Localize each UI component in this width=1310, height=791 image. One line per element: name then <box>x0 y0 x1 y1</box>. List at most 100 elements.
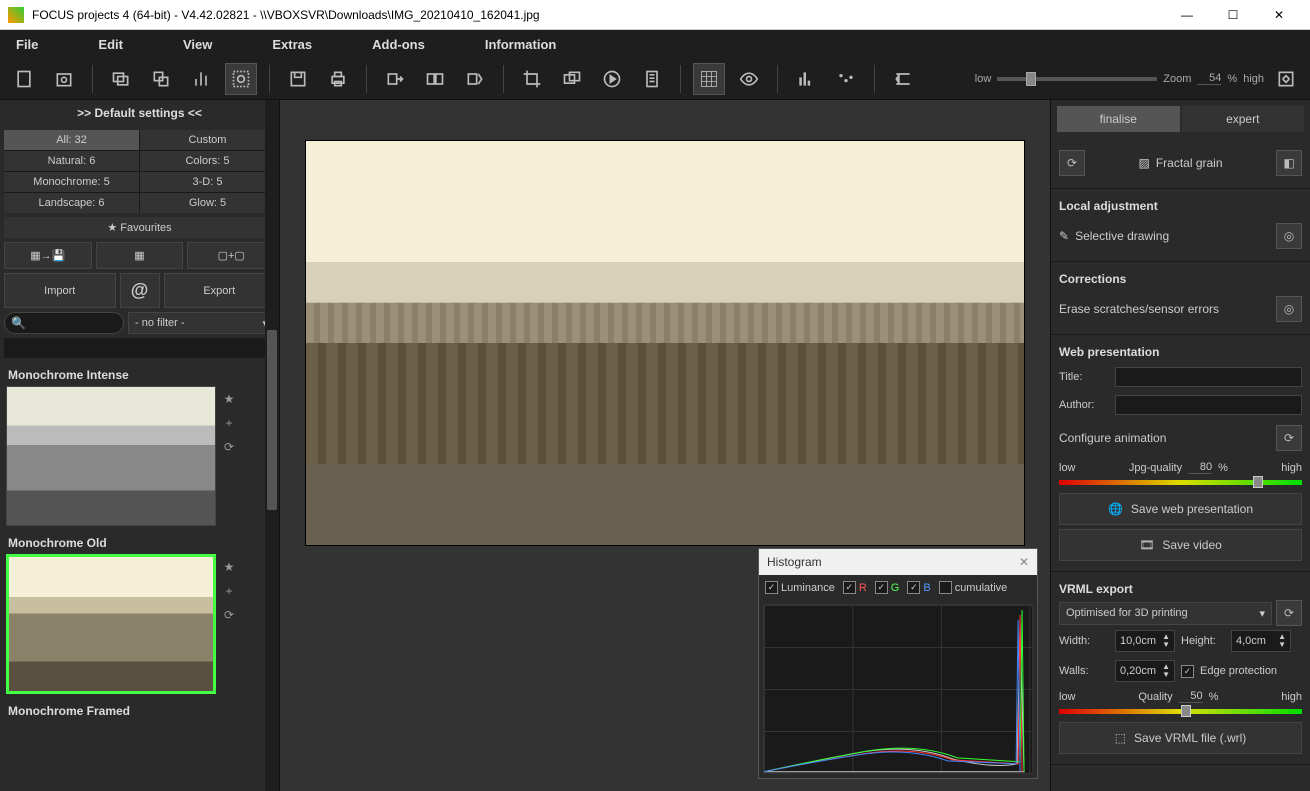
preset-item: Monochrome Intense ★ + ⟳ <box>6 364 273 526</box>
cat-landscape[interactable]: Landscape: 6 <box>4 193 139 213</box>
histogram-close-icon[interactable]: ✕ <box>1019 555 1029 569</box>
layers-icon[interactable] <box>145 63 177 95</box>
edge-protection-check[interactable] <box>1181 665 1194 678</box>
web-presentation-header: Web presentation <box>1059 341 1302 363</box>
save-icon[interactable] <box>282 63 314 95</box>
export3-icon[interactable] <box>459 63 491 95</box>
print-icon[interactable] <box>322 63 354 95</box>
preset-thumbnail[interactable] <box>6 386 216 526</box>
refresh-icon[interactable]: ⟳ <box>1276 600 1302 626</box>
batch-icon[interactable] <box>556 63 588 95</box>
vrml-preset-dropdown[interactable]: Optimised for 3D printing▾ <box>1059 602 1272 625</box>
play-icon[interactable] <box>596 63 628 95</box>
cat-custom[interactable]: Custom <box>140 130 275 150</box>
close-button[interactable]: ✕ <box>1256 0 1302 30</box>
brushes-icon[interactable] <box>185 63 217 95</box>
image-view[interactable] <box>305 140 1025 546</box>
refresh-icon[interactable]: ⟳ <box>1276 425 1302 451</box>
hist-b-check[interactable]: B <box>907 581 930 594</box>
zoom-slider[interactable] <box>997 77 1157 81</box>
hist-g-check[interactable]: G <box>875 581 900 594</box>
filter-dropdown[interactable]: - no filter -▾ <box>128 312 275 334</box>
walls-input[interactable]: 0,20cm▲▼ <box>1115 660 1175 682</box>
erase-scratches-label: Erase scratches/sensor errors <box>1059 302 1219 316</box>
title-input[interactable] <box>1115 367 1302 387</box>
width-input[interactable]: 10,0cm▲▼ <box>1115 630 1175 652</box>
zoom-label: Zoom <box>1163 73 1191 85</box>
jpg-quality-slider[interactable] <box>1059 480 1302 485</box>
histogram-icon[interactable] <box>790 63 822 95</box>
menu-edit[interactable]: Edit <box>98 37 123 52</box>
save-vrml-button[interactable]: ⬚ Save VRML file (.wrl) <box>1059 722 1302 754</box>
selective-drawing-label: Selective drawing <box>1075 229 1169 243</box>
refresh-icon[interactable]: ⟳ <box>220 606 238 624</box>
tab-finalise[interactable]: finalise <box>1057 106 1180 132</box>
save-video-button[interactable]: 🎞 Save video <box>1059 529 1302 561</box>
export-button[interactable]: Export <box>164 273 276 308</box>
maximize-button[interactable]: ☐ <box>1210 0 1256 30</box>
new-icon[interactable] <box>8 63 40 95</box>
fit-icon[interactable] <box>1270 63 1302 95</box>
export2-icon[interactable] <box>419 63 451 95</box>
default-settings-button[interactable]: >> Default settings << <box>0 100 279 126</box>
cat-natural[interactable]: Natural: 6 <box>4 151 139 171</box>
target-icon[interactable]: ◎ <box>1276 223 1302 249</box>
star-icon[interactable]: ★ <box>220 558 238 576</box>
minimize-button[interactable]: — <box>1164 0 1210 30</box>
menu-extras[interactable]: Extras <box>272 37 312 52</box>
menu-file[interactable]: File <box>16 37 38 52</box>
cat-monochrome[interactable]: Monochrome: 5 <box>4 172 139 192</box>
menu-information[interactable]: Information <box>485 37 557 52</box>
plus-icon[interactable]: + <box>220 414 238 432</box>
histogram-titlebar[interactable]: Histogram ✕ <box>759 549 1037 575</box>
dots-icon[interactable] <box>830 63 862 95</box>
grid-save-button[interactable]: ▦→💾 <box>4 242 92 269</box>
hist-r-check[interactable]: R <box>843 581 867 594</box>
hist-luminance-check[interactable]: Luminance <box>765 581 835 594</box>
star-icon[interactable]: ★ <box>220 390 238 408</box>
cat-all[interactable]: All: 32 <box>4 130 139 150</box>
high-label: high <box>1281 691 1302 703</box>
images-icon[interactable] <box>105 63 137 95</box>
timeline-icon[interactable] <box>887 63 919 95</box>
crop-icon[interactable] <box>516 63 548 95</box>
height-input[interactable]: 4,0cm▲▼ <box>1231 630 1291 652</box>
fractal-grain-label: Fractal grain <box>1156 156 1223 170</box>
cat-colors[interactable]: Colors: 5 <box>140 151 275 171</box>
at-button[interactable]: @ <box>120 273 160 308</box>
menu-view[interactable]: View <box>183 37 212 52</box>
grid-icon[interactable] <box>693 63 725 95</box>
tab-expert[interactable]: expert <box>1182 106 1305 132</box>
save-web-button[interactable]: 🌐 Save web presentation <box>1059 493 1302 525</box>
label-high: high <box>1243 73 1264 85</box>
refresh-icon[interactable]: ⟳ <box>220 438 238 456</box>
right-panel: finalise expert ⟳ ▨ Fractal grain ◧ Loca… <box>1050 100 1310 791</box>
info-icon[interactable] <box>636 63 668 95</box>
combine-button[interactable]: ▢+▢ <box>187 242 275 269</box>
favourites-button[interactable]: ★ Favourites <box>4 217 275 238</box>
grid-button[interactable]: ▦ <box>96 242 184 269</box>
menu-addons[interactable]: Add-ons <box>372 37 425 52</box>
eraser-icon[interactable]: ◧ <box>1276 150 1302 176</box>
local-adjustment-header: Local adjustment <box>1059 195 1302 217</box>
hist-cumulative-check[interactable]: cumulative <box>939 581 1008 594</box>
cat-glow[interactable]: Glow: 5 <box>140 193 275 213</box>
refresh-icon[interactable]: ⟳ <box>1059 150 1085 176</box>
eye-icon[interactable] <box>733 63 765 95</box>
cat-3d[interactable]: 3-D: 5 <box>140 172 275 192</box>
edge-protection-label: Edge protection <box>1200 665 1277 677</box>
width-label: Width: <box>1059 635 1109 647</box>
import-button[interactable]: Import <box>4 273 116 308</box>
vrml-quality-slider[interactable] <box>1059 709 1302 714</box>
left-scrollbar[interactable] <box>265 100 279 791</box>
author-input[interactable] <box>1115 395 1302 415</box>
preset-search[interactable]: 🔍 <box>4 312 124 334</box>
open-icon[interactable] <box>48 63 80 95</box>
preset-thumbnail-selected[interactable] <box>6 554 216 694</box>
settings-icon[interactable] <box>225 63 257 95</box>
plus-icon[interactable]: + <box>220 582 238 600</box>
export1-icon[interactable] <box>379 63 411 95</box>
jpg-quality-label: Jpg-quality <box>1129 462 1182 474</box>
brush-icon: ✎ <box>1059 229 1069 243</box>
target-icon[interactable]: ◎ <box>1276 296 1302 322</box>
